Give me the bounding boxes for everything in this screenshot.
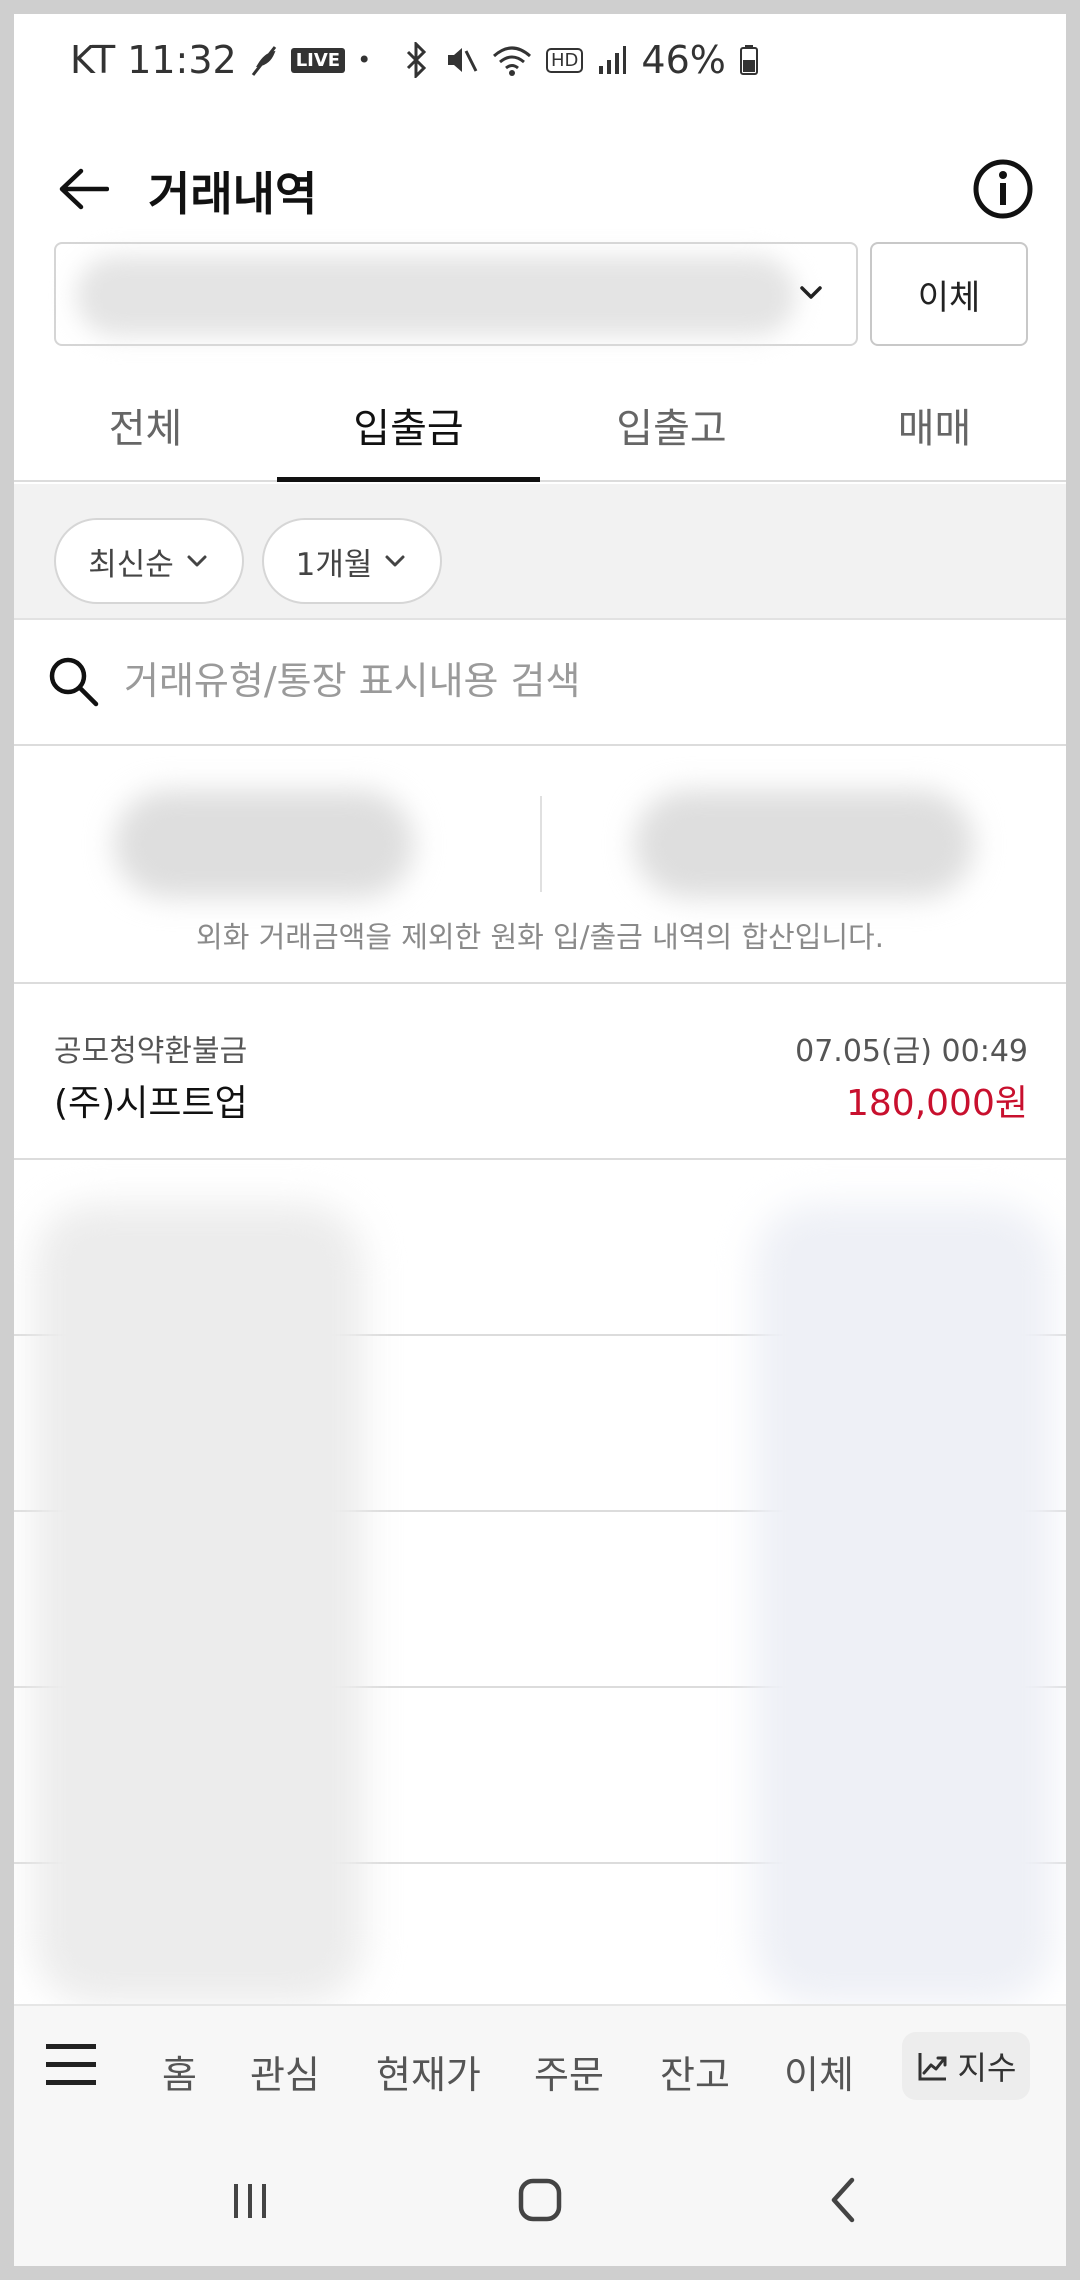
account-number-redacted [76,256,796,336]
status-right: HD 46% [404,38,758,82]
bottom-nav: 홈 관심 현재가 주문 잔고 이체 지수 [14,2004,1066,2128]
hamburger-menu-icon[interactable] [44,2042,100,2088]
nav-transfer[interactable]: 이체 [784,2044,854,2099]
battery-percent: 46% [641,38,726,82]
system-back-icon[interactable] [814,2170,874,2230]
status-bar: KT 11:32 LIVE • HD 46% [14,14,1066,114]
signal-icon [597,44,627,76]
app-header: 거래내역 [14,134,1066,244]
nav-balance[interactable]: 잔고 [660,2044,730,2099]
transaction-type: 공모청약환불금 [54,1034,248,1069]
nav-watchlist[interactable]: 관심 [250,2044,320,2099]
nav-home[interactable]: 홈 [162,2044,197,2099]
chevron-down-icon [187,555,207,567]
transaction-amount: 180,000원 [846,1083,1028,1124]
filter-bar: 최신순 1개월 [14,484,1066,620]
bluetooth-icon [404,42,430,78]
feather-icon [249,43,279,77]
system-nav-bar [14,2128,1066,2266]
hd-voice-icon: HD [546,47,584,73]
tab-all[interactable]: 전체 [14,370,277,480]
back-button[interactable] [48,154,118,224]
search-input[interactable] [124,646,1024,716]
page-title: 거래내역 [148,167,318,221]
nav-order[interactable]: 주문 [534,2044,604,2099]
live-badge: LIVE [290,47,346,73]
search-icon [49,657,99,707]
sort-label: 최신순 [88,546,174,583]
period-label: 1개월 [295,546,373,583]
tab-bar: 전체 입출금 입출고 매매 [14,370,1066,482]
status-left: KT 11:32 LIVE • [70,38,371,82]
tab-trade[interactable]: 매매 [803,370,1066,480]
tab-deposit-withdrawal[interactable]: 입출금 [277,370,540,482]
info-button[interactable] [970,156,1036,222]
notification-dot: • [357,46,372,74]
info-circle-icon [973,159,1033,219]
screen: KT 11:32 LIVE • HD 46% 거래내역 이체 전체 입출금 입출… [14,14,1066,2266]
tab-stock-transfer[interactable]: 입출고 [540,370,803,480]
redaction-right [754,1204,1054,2004]
arrow-left-icon [59,168,109,210]
recent-apps-icon[interactable] [220,2170,280,2230]
summary-divider [540,796,542,892]
redaction-left [34,1204,364,2004]
withdrawal-total-redacted [634,790,974,898]
period-dropdown[interactable]: 1개월 [262,518,442,604]
index-label: 지수 [957,2049,1017,2087]
trend-chart-icon [918,2053,947,2081]
battery-icon [739,45,758,75]
account-selector[interactable] [54,242,858,346]
summary-panel: 외화 거래금액을 제외한 원화 입/출금 내역의 합산입니다. [14,746,1066,984]
carrier-label: KT [70,38,116,82]
search-bar [14,620,1066,746]
chevron-down-icon [800,286,822,299]
index-button[interactable]: 지수 [902,2032,1030,2100]
transaction-date: 07.05(금) 00:49 [795,1034,1028,1069]
home-icon[interactable] [510,2170,570,2230]
transaction-name: (주)시프트업 [54,1083,248,1124]
summary-note: 외화 거래금액을 제외한 원화 입/출금 내역의 합산입니다. [196,920,884,954]
wifi-icon [492,44,532,76]
transaction-row[interactable]: 공모청약환불금 07.05(금) 00:49 (주)시프트업 180,000원 [14,986,1066,1160]
transfer-button[interactable]: 이체 [870,242,1028,346]
chevron-down-icon [385,555,405,567]
nav-current-price[interactable]: 현재가 [376,2044,481,2099]
deposit-total-redacted [114,790,414,898]
sort-dropdown[interactable]: 최신순 [54,518,244,604]
mute-icon [444,43,478,77]
time-label: 11:32 [127,38,237,82]
